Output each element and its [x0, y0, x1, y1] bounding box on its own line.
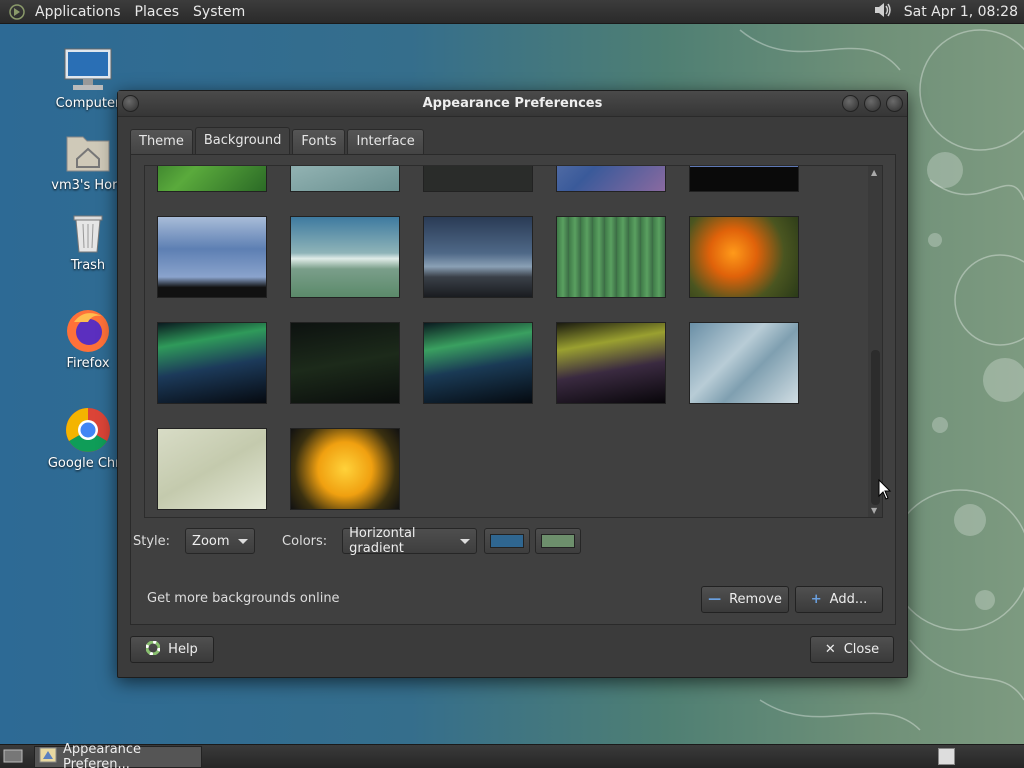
plus-icon: +: [810, 592, 822, 607]
dialog-titlebar[interactable]: Appearance Preferences: [118, 91, 907, 117]
style-label: Style:: [133, 533, 171, 549]
chevron-down-icon: [460, 538, 471, 544]
secondary-color-button[interactable]: [535, 528, 582, 554]
close-icon: ✕: [824, 642, 836, 657]
taskbar-window-title: Appearance Preferen...: [63, 741, 142, 768]
panel-tray: Sat Apr 1, 08:28: [872, 0, 1024, 24]
wallpaper-thumbnail[interactable]: [556, 322, 666, 404]
bottom-panel: Appearance Preferen...: [0, 742, 1024, 768]
wallpaper-thumbnail[interactable]: [290, 216, 400, 298]
primary-color-swatch: [490, 534, 525, 548]
get-more-backgrounds-link[interactable]: Get more backgrounds online: [147, 591, 340, 606]
close-button[interactable]: ✕ Close: [810, 636, 894, 663]
minimize-button[interactable]: [842, 95, 859, 112]
window-menu-button[interactable]: [122, 95, 139, 112]
preferences-notebook: Theme Background Fonts Interface ▲ ▼ Sty…: [130, 127, 896, 625]
top-panel: Applications Places System Sat Apr 1, 08…: [0, 0, 1024, 24]
workspace-switcher[interactable]: [938, 748, 955, 765]
wallpaper-thumbnail[interactable]: [423, 216, 533, 298]
wallpaper-gallery[interactable]: ▲ ▼: [144, 165, 883, 518]
add-button-label: Add...: [829, 592, 868, 607]
firefox-icon: [62, 306, 114, 354]
computer-icon: [62, 46, 114, 94]
chevron-down-icon: [238, 538, 249, 544]
colors-combo[interactable]: Horizontal gradient: [342, 526, 478, 556]
remove-button-label: Remove: [729, 592, 782, 607]
close-button-label: Close: [843, 642, 880, 657]
tab-theme[interactable]: Theme: [130, 129, 193, 154]
wallpaper-thumbnail[interactable]: [689, 216, 799, 298]
wallpaper-thumbnail[interactable]: [157, 166, 267, 192]
maximize-button[interactable]: [864, 95, 881, 112]
desktop-icon-label: Trash: [70, 258, 106, 273]
wallpaper-thumbnail[interactable]: [689, 322, 799, 404]
scroll-down-arrow-icon[interactable]: ▼: [871, 506, 877, 515]
mouse-cursor-icon: [878, 479, 892, 500]
chrome-icon: [62, 406, 114, 454]
menu-applications[interactable]: Applications: [28, 1, 128, 23]
taskbar-window-button[interactable]: Appearance Preferen...: [34, 742, 202, 768]
background-page: ▲ ▼ Style: Zoom Colors: Horizontal gradi…: [130, 154, 896, 625]
wallpaper-thumbnail[interactable]: [290, 166, 400, 192]
wallpaper-thumbnail[interactable]: [423, 166, 533, 192]
minus-icon: —: [708, 592, 722, 607]
desktop-icon-label: Firefox: [66, 356, 110, 371]
colors-label: Colors:: [282, 533, 328, 549]
style-color-controls: Style: Zoom Colors: Horizontal gradient: [133, 526, 873, 556]
tab-bar: Theme Background Fonts Interface: [130, 127, 896, 154]
menu-places[interactable]: Places: [128, 1, 187, 23]
primary-color-button[interactable]: [484, 528, 531, 554]
show-desktop-icon[interactable]: [3, 748, 23, 768]
close-window-button[interactable]: [886, 95, 903, 112]
wallpaper-thumbnail[interactable]: [290, 428, 400, 510]
dialog-title: Appearance Preferences: [422, 96, 603, 111]
menu-system[interactable]: System: [186, 1, 252, 23]
home-folder-icon: [62, 128, 114, 176]
appearance-app-icon: [39, 747, 57, 767]
tab-interface[interactable]: Interface: [347, 129, 424, 154]
style-combo[interactable]: Zoom: [185, 528, 256, 554]
help-lifebuoy-icon: [145, 640, 161, 659]
wallpaper-thumbnail[interactable]: [157, 216, 267, 298]
colors-combo-value: Horizontal gradient: [349, 526, 416, 556]
secondary-color-swatch: [541, 534, 576, 548]
tab-fonts[interactable]: Fonts: [292, 129, 346, 154]
wallpaper-thumbnail[interactable]: [157, 428, 267, 510]
help-button-label: Help: [168, 642, 198, 657]
appearance-preferences-dialog: Appearance Preferences Theme Background …: [117, 90, 908, 678]
desktop-icon-label: Computer: [55, 96, 121, 111]
trash-icon: [62, 208, 114, 256]
wallpaper-thumbnail[interactable]: [423, 322, 533, 404]
gnome-foot-icon[interactable]: [6, 1, 28, 23]
wallpaper-thumbnail[interactable]: [290, 322, 400, 404]
wallpaper-thumbnail[interactable]: [556, 166, 666, 192]
wallpaper-thumbnail[interactable]: [556, 216, 666, 298]
help-button[interactable]: Help: [130, 636, 214, 663]
add-button[interactable]: + Add...: [795, 586, 883, 613]
tab-background[interactable]: Background: [194, 127, 291, 154]
gallery-scrollbar[interactable]: ▲ ▼: [868, 166, 882, 517]
wallpaper-thumbnail[interactable]: [157, 322, 267, 404]
wallpaper-thumbnail[interactable]: [689, 166, 799, 192]
desktop-icon-label: vm3's Hom: [51, 178, 125, 193]
scroll-up-arrow-icon[interactable]: ▲: [871, 168, 877, 177]
style-combo-value: Zoom: [192, 533, 230, 549]
remove-button[interactable]: — Remove: [701, 586, 789, 613]
volume-icon[interactable]: [872, 0, 894, 24]
clock[interactable]: Sat Apr 1, 08:28: [894, 4, 1018, 20]
